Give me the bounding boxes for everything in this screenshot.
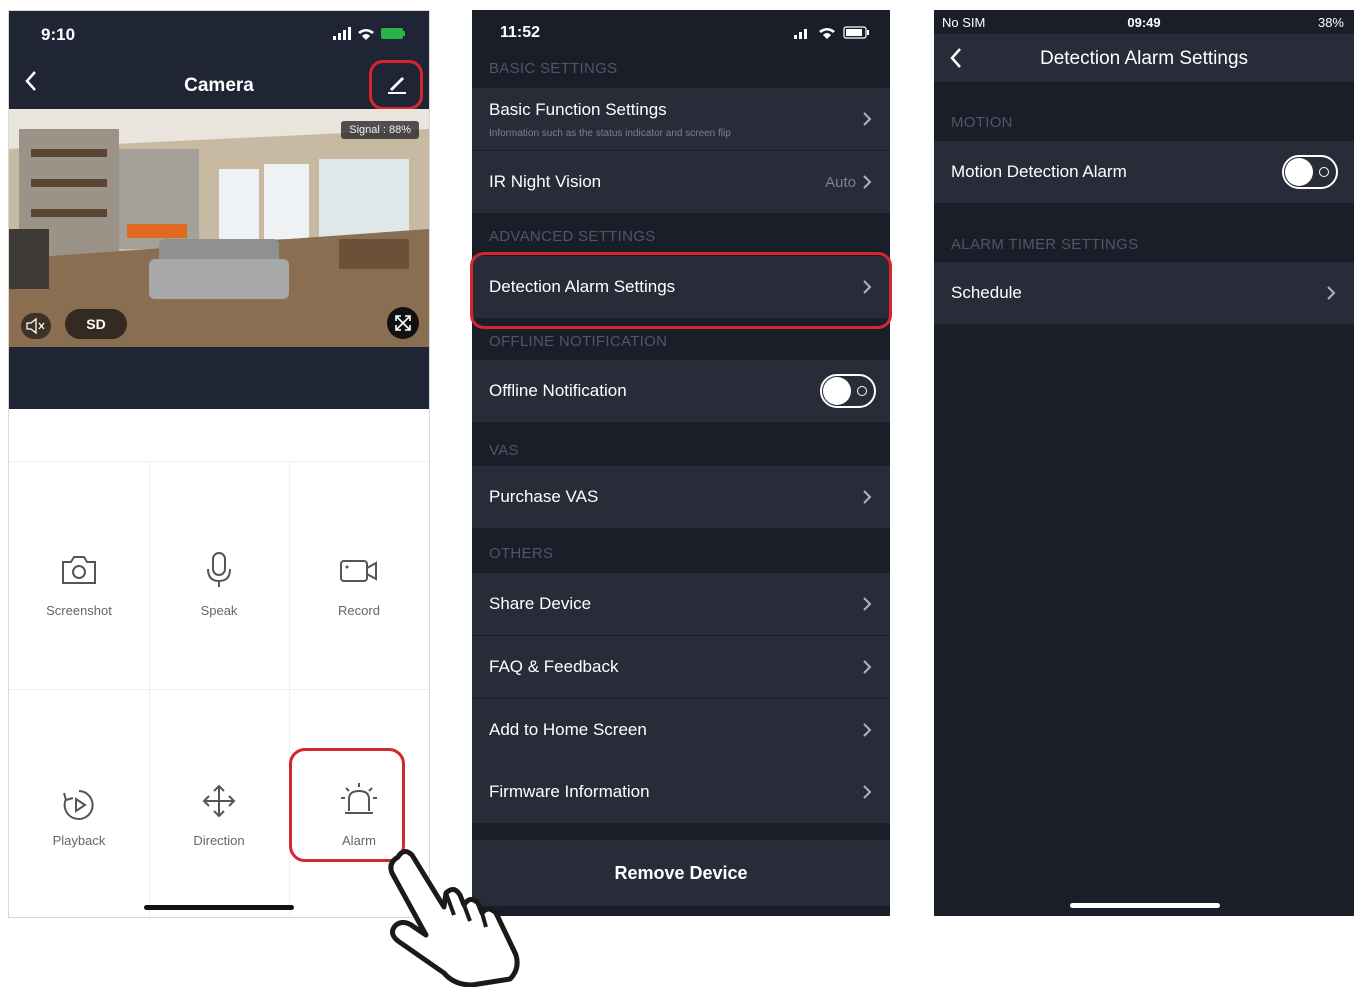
status-icons [794, 26, 869, 39]
toggle-knob [823, 377, 851, 405]
row-label: Share Device [489, 594, 592, 613]
row-label: Add to Home Screen [489, 720, 647, 739]
tap-hand-icon [388, 849, 520, 987]
toggle-off-mark [857, 386, 867, 396]
status-time: 9:10 [41, 25, 76, 44]
screenshot-action[interactable]: Screenshot [9, 461, 149, 689]
row-label: IR Night Vision [489, 172, 602, 191]
camera-icon [62, 556, 96, 584]
fullscreen-button[interactable] [387, 307, 419, 339]
video-icon [340, 560, 377, 582]
action-label: Direction [193, 833, 245, 848]
battery-label: 38% [1317, 15, 1344, 30]
toggle-off-mark [1319, 167, 1329, 177]
row-label: FAQ & Feedback [489, 657, 619, 676]
firmware-info-row[interactable]: Firmware Information [472, 761, 890, 823]
chevron-right-icon [863, 490, 872, 504]
direction-action[interactable]: Direction [149, 689, 289, 917]
offline-notification-toggle[interactable] [820, 374, 876, 408]
section-advanced: ADVANCED SETTINGS [489, 228, 656, 245]
quality-button[interactable]: SD [65, 309, 127, 339]
mute-button[interactable] [21, 313, 51, 339]
action-label: Screenshot [46, 603, 112, 618]
row-label: Firmware Information [489, 782, 650, 801]
add-home-screen-row[interactable]: Add to Home Screen [472, 699, 890, 761]
settings-screen: 11:52 BASIC SETTINGS Basic Function Sett… [472, 10, 890, 916]
section-offline: OFFLINE NOTIFICATION [489, 333, 668, 350]
remove-device-button[interactable]: Remove Device [472, 840, 890, 906]
section-basic: BASIC SETTINGS [489, 60, 618, 77]
motion-alarm-toggle[interactable] [1282, 155, 1338, 189]
chevron-right-icon [1327, 286, 1336, 300]
action-label: Record [338, 603, 380, 618]
offline-notification-row: Offline Notification [472, 360, 890, 422]
chevron-right-icon [863, 175, 872, 189]
status-time: 11:52 [500, 24, 541, 41]
faq-feedback-row[interactable]: FAQ & Feedback [472, 636, 890, 698]
chevron-right-icon [863, 112, 872, 126]
chevron-right-icon [863, 723, 872, 737]
camera-header: 9:10 Camera [9, 11, 429, 111]
schedule-row[interactable]: Schedule [934, 262, 1354, 324]
row-subtitle: Information such as the status indicator… [489, 128, 731, 139]
action-label: Playback [52, 833, 106, 848]
row-label: Purchase VAS [489, 487, 599, 506]
speak-action[interactable]: Speak [149, 461, 289, 689]
camera-live-feed[interactable]: Signal : 88% SD [9, 109, 429, 347]
status-time: 09:49 [1127, 15, 1161, 30]
share-device-row[interactable]: Share Device [472, 573, 890, 635]
purchase-vas-row[interactable]: Purchase VAS [472, 466, 890, 528]
microphone-icon [207, 552, 231, 587]
row-value: Auto [825, 174, 856, 191]
edit-button[interactable] [369, 60, 423, 110]
action-label: Speak [200, 603, 238, 618]
row-label: Offline Notification [489, 381, 627, 400]
signal-badge: Signal : 88% [341, 121, 419, 139]
toggle-knob [1285, 158, 1313, 186]
section-vas: VAS [489, 442, 519, 459]
section-timer: ALARM TIMER SETTINGS [951, 236, 1139, 253]
chevron-right-icon [863, 785, 872, 799]
pencil-icon [388, 77, 406, 94]
page-title: Camera [184, 75, 254, 96]
row-label: Schedule [951, 283, 1022, 302]
record-action[interactable]: Record [289, 461, 429, 689]
row-label: Basic Function Settings [489, 100, 667, 119]
playback-icon [63, 790, 94, 820]
row-label: Motion Detection Alarm [951, 162, 1127, 181]
fullscreen-icon [395, 315, 411, 331]
section-others: OTHERS [489, 545, 554, 562]
page-title: Detection Alarm Settings [1039, 48, 1249, 69]
chevron-right-icon [863, 597, 872, 611]
home-indicator [1070, 903, 1220, 908]
status-icons [333, 27, 405, 40]
basic-function-row[interactable]: Basic Function Settings Information such… [472, 88, 890, 150]
chevron-right-icon [863, 660, 872, 674]
feed-footer [9, 347, 429, 409]
playback-action[interactable]: Playback [9, 689, 149, 917]
motion-alarm-row: Motion Detection Alarm [934, 141, 1354, 203]
detection-alarm-screen: No SIM 09:49 38% Detection Alarm Setting… [934, 10, 1354, 916]
speaker-muted-icon [26, 317, 45, 335]
home-indicator [144, 905, 294, 910]
section-motion: MOTION [951, 114, 1013, 131]
detection-alarm-highlight [470, 252, 892, 329]
direction-icon [202, 784, 236, 818]
ir-night-vision-row[interactable]: IR Night Vision Auto [472, 151, 890, 213]
